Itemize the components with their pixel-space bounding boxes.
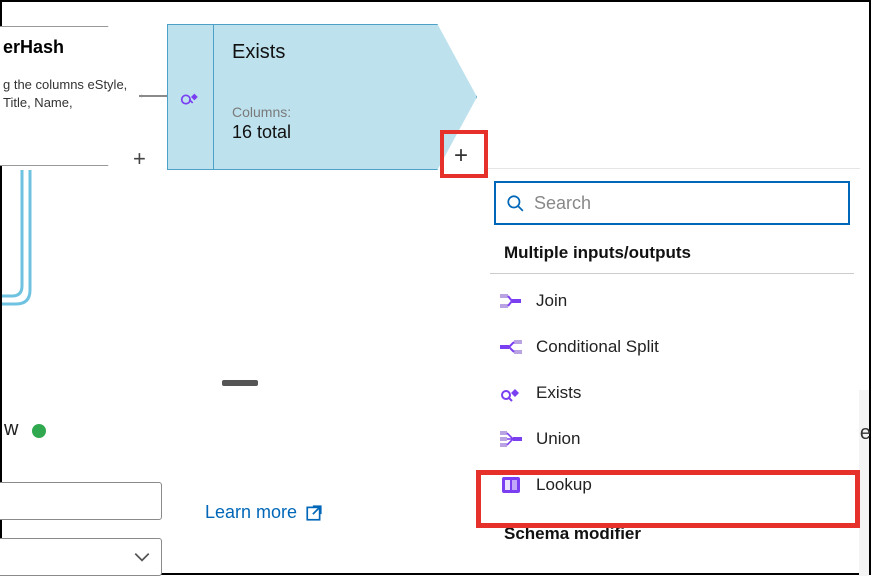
external-link-icon [305,504,323,522]
menu-item-conditional-split[interactable]: Conditional Split [484,324,860,370]
upstream-node-description: g the columns eStyle, Title, Name, [3,76,129,111]
menu-item-union[interactable]: Union [484,416,860,462]
menu-item-lookup[interactable]: Lookup [484,462,860,508]
join-icon [500,290,522,312]
scrollbar-track[interactable] [859,390,869,576]
menu-item-exists[interactable]: Exists [484,370,860,416]
property-input-1[interactable] [0,482,162,520]
search-icon [506,194,524,212]
right-cut-text: e [860,422,871,445]
exists-node-columns-label: Columns: [232,104,458,120]
node-connector [139,82,168,112]
add-branch-button-left[interactable]: + [133,146,146,172]
status-indicator-dot [32,424,46,438]
exists-menu-icon [500,382,522,404]
menu-section-multiple-io: Multiple inputs/outputs [490,235,854,274]
exists-node-icon-bay [167,24,213,170]
menu-section-schema-modifier: Schema modifier [490,516,854,554]
menu-item-join-label: Join [536,291,567,311]
transformation-search-input[interactable] [534,193,838,214]
union-icon [500,428,522,450]
exists-icon [180,86,202,108]
panel-resize-handle[interactable] [222,380,258,386]
learn-more-link[interactable]: Learn more [205,502,323,523]
menu-item-join[interactable]: Join [484,278,860,324]
transformation-search[interactable] [494,181,850,225]
exists-node-columns-value: 16 total [232,122,458,143]
menu-item-exists-label: Exists [536,383,581,403]
menu-item-conditional-split-label: Conditional Split [536,337,659,357]
upstream-node-title: erHash [3,37,129,58]
upstream-node[interactable]: erHash g the columns eStyle, Title, Name… [0,26,142,166]
exists-node-title: Exists [232,41,458,64]
exists-node[interactable]: Exists Columns: 16 total [167,24,477,170]
learn-more-label: Learn more [205,502,297,523]
conditional-split-icon [500,336,522,358]
dataflow-canvas[interactable]: erHash g the columns eStyle, Title, Name… [2,2,869,573]
menu-item-union-label: Union [536,429,580,449]
property-dropdown[interactable] [0,538,162,576]
add-transformation-menu: Multiple inputs/outputs Join [484,168,860,558]
chevron-down-icon [133,548,151,566]
menu-item-lookup-label: Lookup [536,475,592,495]
lookup-icon [500,474,522,496]
status-text-fragment: w [4,418,18,441]
flow-pipe-second [2,170,32,310]
add-transformation-button[interactable]: + [454,142,468,170]
